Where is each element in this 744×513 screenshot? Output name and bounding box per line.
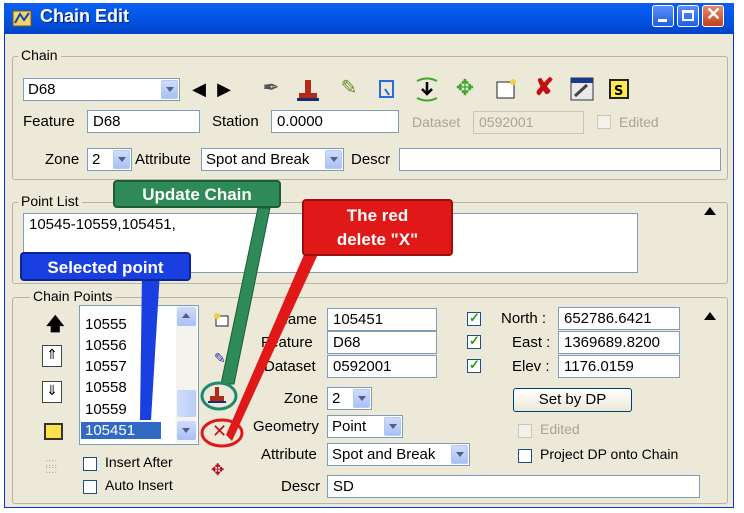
- update-chain-callout: Update Chain: [113, 180, 281, 208]
- red-delete-callout-line1: The red: [346, 206, 409, 225]
- red-delete-callout: The red delete "X": [302, 199, 453, 256]
- selected-point-callout: Selected point: [20, 252, 191, 281]
- update-chain-callout-text: Update Chain: [142, 185, 252, 204]
- selected-point-callout-text: Selected point: [47, 258, 164, 277]
- red-delete-callout-line2: delete "X": [336, 230, 419, 249]
